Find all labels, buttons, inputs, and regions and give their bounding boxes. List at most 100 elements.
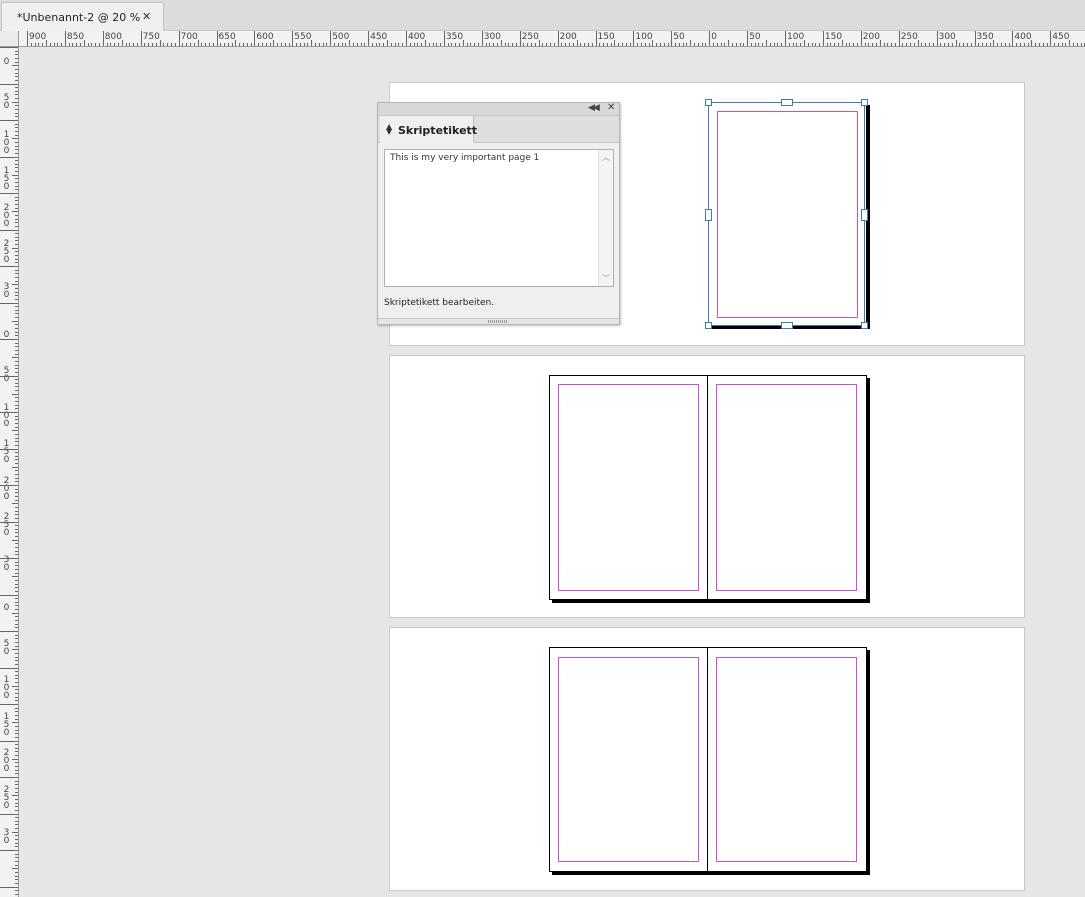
horizontal-ruler[interactable]: 900 850 800 750 700 650 600 550 500 450 400 350 300 2… bbox=[19, 31, 1085, 47]
vertical-ruler[interactable]: 0 0 5 0 1 0 0 1 5 0 2 0 0 2 5 0 3 0 0 5 0 1 0 0 1 5… bbox=[0, 47, 19, 897]
ruler-tick bbox=[712, 43, 714, 46]
resize-handle-top-right[interactable] bbox=[861, 99, 868, 106]
ruler-tick bbox=[629, 43, 631, 46]
resize-handle-top-left[interactable] bbox=[705, 99, 712, 106]
ruler-tick bbox=[15, 171, 18, 173]
close-icon[interactable]: ✕ bbox=[142, 10, 151, 23]
ruler-label: 550 bbox=[294, 32, 312, 42]
ruler-label: 800 bbox=[104, 32, 122, 42]
ruler-tick bbox=[504, 43, 506, 46]
document-tab[interactable]: *Unbenannt-2 @ 20 % ✕ bbox=[1, 2, 164, 31]
panel-tab-title: Skriptetikett bbox=[398, 124, 478, 137]
resize-handle-top[interactable] bbox=[781, 99, 793, 106]
ruler-tick bbox=[12, 576, 18, 578]
ruler-tick bbox=[80, 43, 82, 46]
ruler-tick bbox=[15, 839, 18, 841]
ruler-tick bbox=[326, 43, 328, 46]
ruler-tick bbox=[15, 802, 18, 804]
selection-frame[interactable] bbox=[705, 99, 868, 329]
panel-title-bar[interactable]: ◀◀ ✕ bbox=[378, 102, 619, 116]
chevron-down-icon[interactable]: ﹀ bbox=[602, 273, 610, 284]
ruler-tick bbox=[982, 43, 984, 46]
ruler-tick bbox=[15, 273, 18, 275]
ruler-tick bbox=[402, 43, 404, 46]
ruler-tick bbox=[12, 795, 18, 797]
ruler-tick bbox=[584, 43, 586, 46]
ruler-tick bbox=[459, 43, 461, 46]
ruler-tick bbox=[929, 43, 931, 46]
ruler-tick bbox=[527, 43, 529, 46]
ruler-tick bbox=[15, 550, 18, 552]
resize-handle-bottom[interactable] bbox=[781, 322, 793, 329]
panel-resize-grip[interactable] bbox=[378, 318, 619, 324]
ruler-tick bbox=[625, 43, 627, 46]
resize-handle-right[interactable] bbox=[861, 209, 868, 221]
page-5[interactable] bbox=[707, 647, 867, 872]
ruler-tick bbox=[15, 543, 18, 545]
ruler-label: 3 0 bbox=[3, 282, 10, 300]
ruler-tick bbox=[694, 43, 696, 46]
ruler-tick bbox=[1042, 43, 1044, 46]
ruler-tick bbox=[709, 31, 711, 46]
ruler-tick bbox=[15, 890, 18, 892]
ruler-tick bbox=[148, 43, 150, 46]
ruler-label: 200 bbox=[559, 32, 577, 42]
ruler-tick bbox=[341, 43, 343, 46]
ruler-tick bbox=[15, 134, 18, 136]
ruler-tick bbox=[762, 43, 764, 46]
ruler-tick bbox=[15, 528, 18, 530]
ruler-origin[interactable] bbox=[0, 31, 19, 47]
ruler-tick bbox=[750, 43, 752, 46]
ruler-tick bbox=[163, 43, 165, 46]
ruler-tick bbox=[394, 43, 396, 46]
ruler-tick bbox=[777, 43, 779, 46]
ruler-tick bbox=[15, 346, 18, 348]
ruler-tick bbox=[0, 558, 18, 559]
page-2[interactable] bbox=[549, 375, 708, 600]
ruler-tick bbox=[15, 459, 18, 461]
ruler-tick bbox=[12, 430, 18, 432]
resize-handle-bottom-right[interactable] bbox=[861, 322, 868, 329]
panel-tab-skriptetikett[interactable]: ▲ ▼ Skriptetikett bbox=[380, 116, 478, 143]
ruler-label: 2 0 0 bbox=[3, 476, 10, 502]
ruler-label: 1 0 0 bbox=[3, 675, 10, 701]
ruler-tick bbox=[15, 769, 18, 771]
ruler-tick bbox=[53, 43, 55, 46]
ruler-tick bbox=[0, 83, 18, 85]
tab-arrows-icon[interactable]: ▲ ▼ bbox=[386, 123, 392, 136]
ruler-tick bbox=[932, 43, 934, 46]
page-4[interactable] bbox=[549, 647, 708, 872]
ruler-tick bbox=[345, 43, 347, 46]
ruler-tick bbox=[599, 43, 601, 46]
ruler-tick bbox=[603, 43, 605, 46]
resize-handle-bottom-left[interactable] bbox=[705, 322, 712, 329]
page-3[interactable] bbox=[707, 375, 867, 600]
ruler-tick bbox=[15, 817, 18, 819]
ruler-tick bbox=[15, 386, 18, 388]
ruler-tick bbox=[610, 43, 612, 46]
ruler-tick bbox=[12, 65, 18, 67]
ruler-tick bbox=[413, 43, 415, 46]
ruler-tick bbox=[857, 43, 858, 46]
resize-handle-left[interactable] bbox=[705, 209, 712, 221]
ruler-tick bbox=[1016, 43, 1018, 46]
script-label-textarea[interactable]: This is my very important page 1 ︿ ﹀ bbox=[384, 149, 614, 287]
ruler-tick bbox=[15, 882, 18, 884]
ruler-tick bbox=[800, 43, 802, 46]
ruler-tick bbox=[0, 156, 18, 158]
ruler-tick bbox=[15, 255, 18, 257]
ruler-tick bbox=[15, 641, 18, 643]
collapse-icon[interactable]: ◀◀ bbox=[588, 103, 600, 113]
ruler-tick bbox=[15, 331, 18, 333]
ruler-tick bbox=[15, 492, 18, 494]
textarea-scrollbar[interactable]: ︿ ﹀ bbox=[598, 150, 613, 286]
chevron-up-icon[interactable]: ︿ bbox=[602, 152, 610, 163]
ruler-tick bbox=[174, 43, 176, 46]
ruler-tick bbox=[231, 43, 233, 46]
ruler-tick bbox=[887, 43, 889, 46]
margin-guide bbox=[716, 384, 857, 591]
close-icon[interactable]: ✕ bbox=[607, 102, 615, 113]
ruler-tick bbox=[0, 193, 18, 194]
ruler-tick bbox=[15, 780, 18, 782]
ruler-tick bbox=[15, 214, 18, 216]
